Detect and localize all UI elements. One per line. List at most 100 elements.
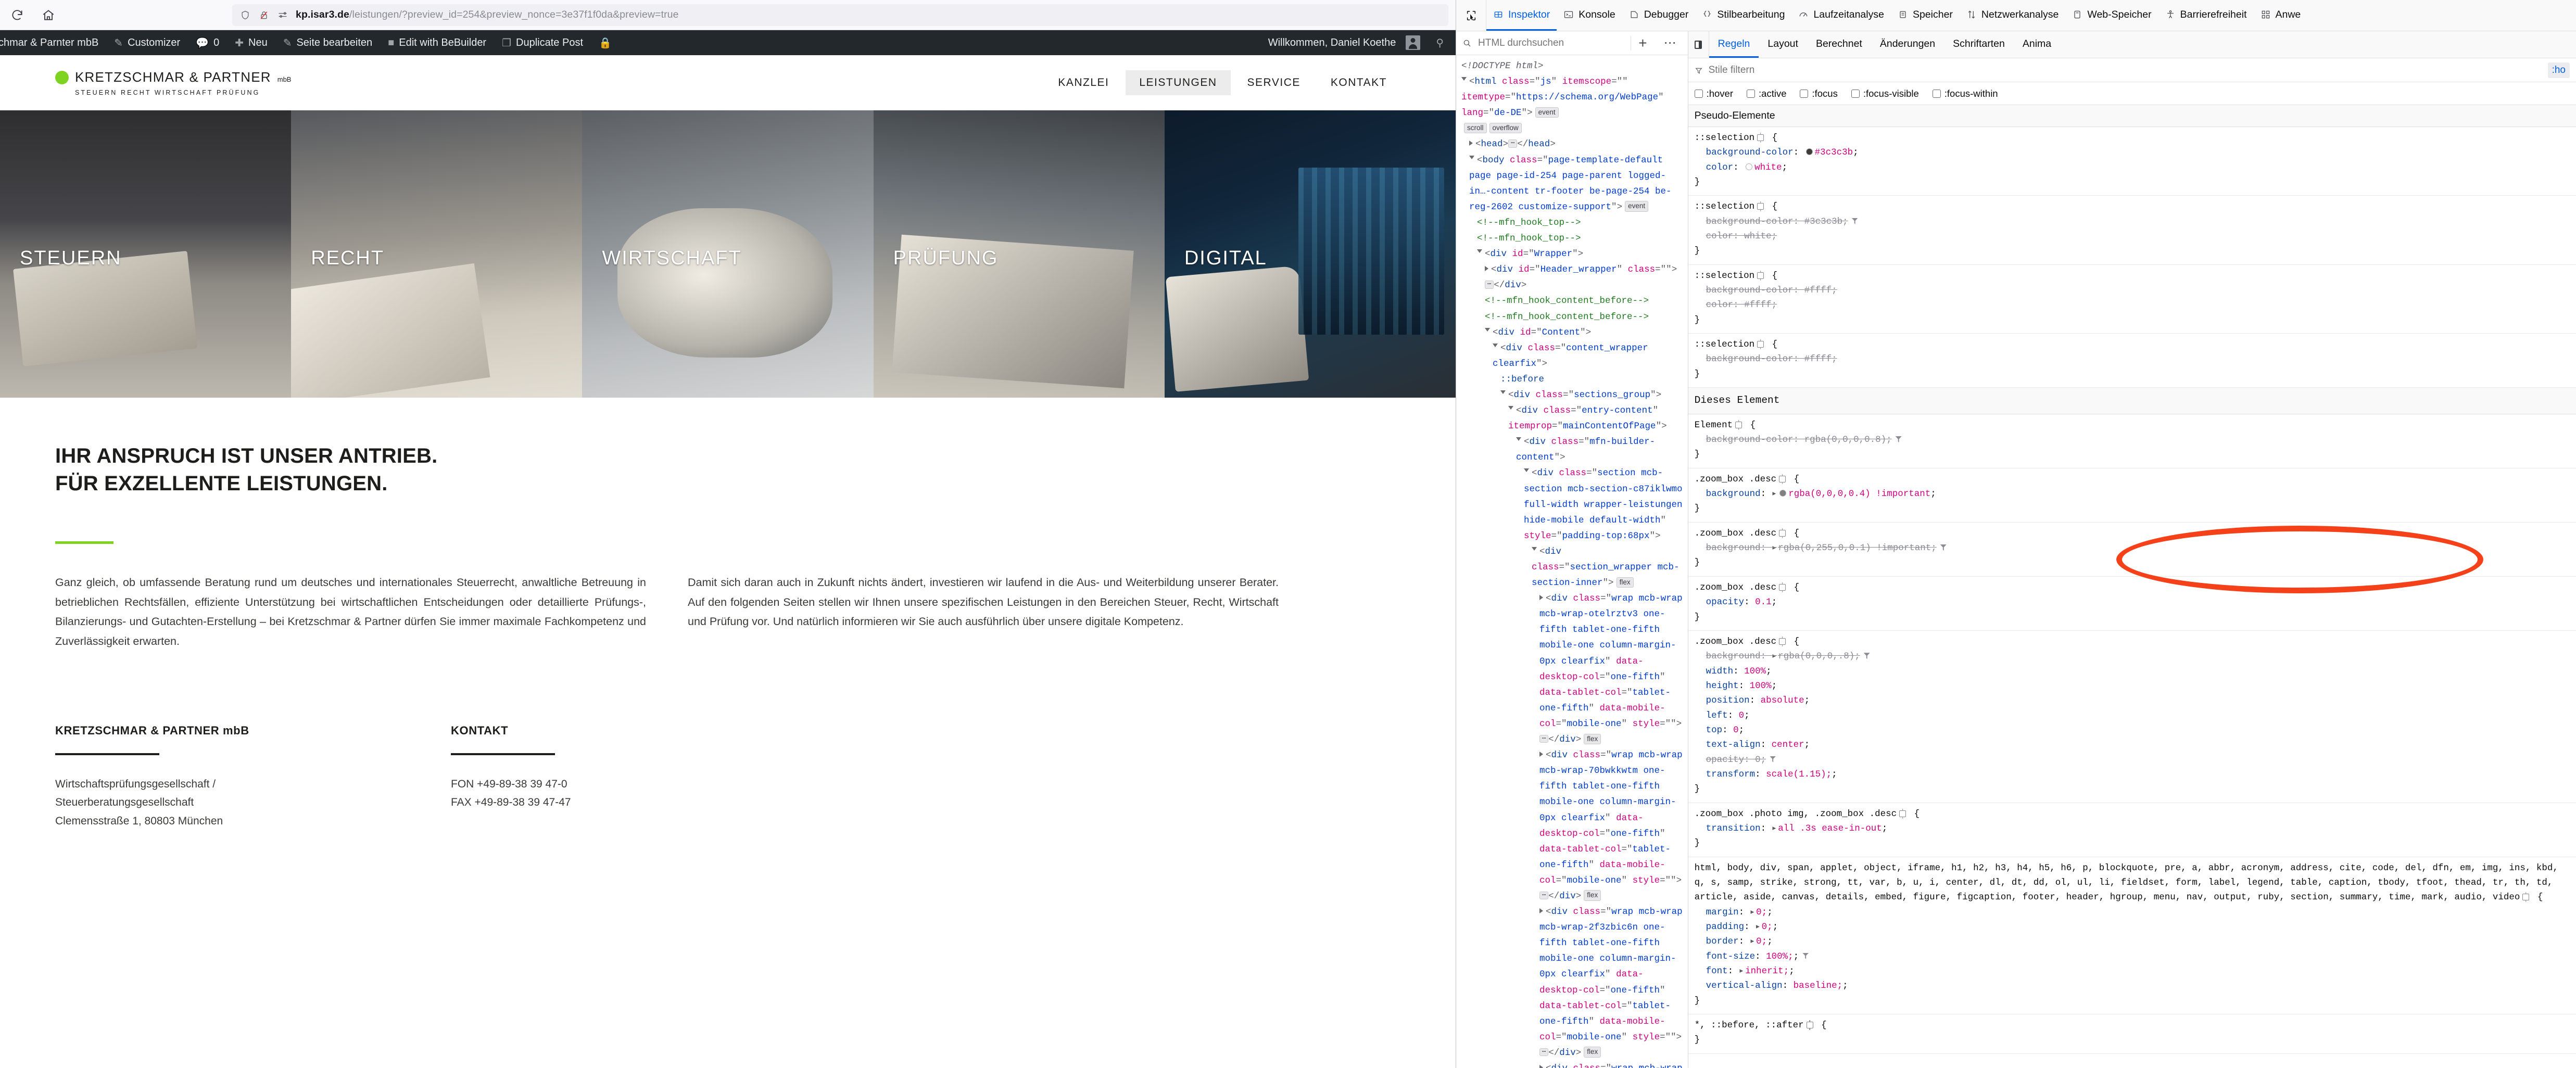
css-selector[interactable]: *, ::before, ::after { [1695,1018,2570,1033]
hero-tile-wirtschaft[interactable]: WIRTSCHAFT [582,110,874,398]
dom-node[interactable]: <div class="sections_group"> [1456,387,1688,403]
dom-node[interactable]: <head> ⋯ </head> [1456,136,1688,152]
nav-item-service[interactable]: SERVICE [1234,70,1314,95]
css-rule-block[interactable]: ::selection {background-color: #3c3c3b; c… [1688,127,2576,196]
dom-node[interactable]: ::before [1456,372,1688,387]
css-selector[interactable]: .zoom_box .desc { [1695,526,2570,541]
site-logo[interactable]: KRETZSCHMAR & PARTNER mbB STEUERN RECHT … [55,69,291,96]
reload-icon[interactable] [8,6,26,24]
css-selector[interactable]: .zoom_box .desc { [1695,472,2570,487]
pseudo-focus-within[interactable]: :focus-within [1932,88,1998,99]
dom-node[interactable]: <div class="wrap mcb-wrap mcb-wrap-otelr… [1456,591,1688,747]
tab-inspektor[interactable]: Inspektor [1486,0,1557,31]
url-bar[interactable]: kp.isar3.de/leistungen/?preview_id=254&p… [232,4,1448,26]
nav-item-leistungen[interactable]: LEISTUNGEN [1126,70,1231,95]
css-selector[interactable]: ::selection { [1695,269,2570,283]
checkbox[interactable] [1747,89,1756,98]
dom-node[interactable]: <body class="page-template-default page … [1456,152,1688,215]
css-declaration[interactable]: background-color: #ffff; [1695,352,2570,366]
css-rule-block[interactable]: .zoom_box .desc {background: ▸ rgba(0,0,0… [1688,468,2576,523]
hero-tile-recht[interactable]: RECHT [291,110,583,398]
dom-node[interactable]: <!--mfn_hook_top--> [1456,215,1688,231]
css-declaration[interactable]: width: 100%; [1695,664,2570,679]
tab-stilbearbeitung[interactable]: Stilbearbeitung [1695,0,1791,31]
css-declaration[interactable]: background-color: #3c3c3b; [1695,214,2570,229]
shield-icon[interactable] [239,9,251,21]
page-actions-icon[interactable] [277,9,288,21]
dom-node[interactable]: <div class="mfn-builder-content"> [1456,434,1688,465]
checkbox[interactable] [1932,89,1941,98]
checkbox[interactable] [1800,89,1809,98]
css-declaration[interactable]: margin: ▸ 0;; [1695,905,2570,920]
tab-web-speicher[interactable]: Web-Speicher [2065,0,2158,31]
tab-speicher[interactable]: Speicher [1891,0,1960,31]
css-rule-block[interactable]: Element {background-color: rgba(0,0,0,0.… [1688,414,2576,468]
admin-bar-item-duplicate-post[interactable]: ❐ Duplicate Post [494,36,591,49]
dom-node[interactable]: <div id="Content"> [1456,325,1688,340]
dom-node[interactable]: <div class="section_wrapper mcb-section-… [1456,544,1688,591]
dom-node[interactable]: <!--mfn_hook_content_before--> [1456,309,1688,325]
dom-node[interactable]: <div id="Wrapper"> [1456,246,1688,262]
dom-node[interactable]: <div class="section mcb-section mcb-sect… [1456,465,1688,543]
css-declaration[interactable]: background: ▸ rgba(0,0,0,0.4) !important; [1695,487,2570,501]
meatball-menu-icon[interactable]: ⋯ [1660,35,1682,50]
css-declaration[interactable]: color: white; [1695,229,2570,244]
css-declaration[interactable]: opacity: 0.1; [1695,595,2570,609]
element-picker-icon[interactable] [1456,0,1486,31]
css-selector[interactable]: ::selection { [1695,131,2570,145]
rules-tab-animationen[interactable]: Anima [2014,31,2060,58]
admin-bar-item-new[interactable]: ✚ Neu [227,36,275,49]
css-rule-block[interactable]: ::selection {background-color: #ffff; col… [1688,265,2576,334]
admin-bar-item-edit-page[interactable]: ✎ Seite bearbeiten [275,36,380,49]
css-rule-block[interactable]: .zoom_box .desc {opacity: 0.1;} [1688,577,2576,631]
css-declaration[interactable]: font-size: 100%;; [1695,949,2570,964]
dom-node[interactable]: <div class="content_wrapper clearfix"> [1456,340,1688,372]
pseudo-class-toggle[interactable]: :ho [2547,62,2570,78]
css-declaration[interactable]: background: ▸ rgba(0,255,0,0.1) !importan… [1695,541,2570,555]
admin-bar-site-name[interactable]: zschmar & Parnter mbB [0,37,106,49]
css-rule-block[interactable]: *, ::before, ::after {} [1688,1014,2576,1054]
css-declaration[interactable]: color: white; [1695,160,2570,175]
css-declaration[interactable]: opacity: 0; [1695,753,2570,767]
checkbox[interactable] [1694,89,1703,98]
pseudo-focus[interactable]: :focus [1800,88,1838,99]
pseudo-active[interactable]: :active [1747,88,1786,99]
admin-bar-item-customizer[interactable]: ✎ Customizer [106,36,188,49]
admin-bar-item-bebuilder[interactable]: ■ Edit with BeBuilder [380,37,494,49]
css-declaration[interactable]: border: ▸ 0;; [1695,934,2570,949]
css-selector[interactable]: .zoom_box .desc { [1695,634,2570,649]
style-filter-input[interactable] [1707,63,2543,77]
css-declaration[interactable]: background-color: #ffff; [1695,283,2570,298]
admin-bar-item-comments[interactable]: 💬 0 [188,36,227,49]
css-rule-block[interactable]: html, body, div, span, applet, object, i… [1688,857,2576,1015]
css-declaration[interactable]: text-align: center; [1695,738,2570,752]
admin-bar-search[interactable]: ⚲ [1428,36,1451,49]
css-declaration[interactable]: background-color: rgba(0,0,0,0.8); [1695,433,2570,447]
pseudo-hover[interactable]: :hover [1694,88,1733,99]
hero-tile-steuern[interactable]: STEUERN [0,110,292,398]
home-icon[interactable] [40,6,57,24]
dom-node[interactable]: <div class="wrap mcb-wrap mcb-wrap-zfneb… [1456,1061,1688,1068]
admin-bar-lock[interactable]: 🔒 [591,36,620,49]
css-selector[interactable]: .zoom_box .desc { [1695,580,2570,595]
css-rule-block[interactable]: .zoom_box .desc {background: ▸ rgba(0,0,0… [1688,631,2576,803]
dom-node[interactable]: <!--mfn_hook_content_before--> [1456,293,1688,309]
dom-node[interactable]: <div id="Header_wrapper" class="">⋯ </div… [1456,262,1688,293]
admin-bar-greeting[interactable]: Willkommen, Daniel Koethe [1260,35,1429,50]
nav-item-kanzlei[interactable]: KANZLEI [1044,70,1122,95]
dom-tree[interactable]: <!DOCTYPE html> <html class="js" itemscop… [1456,55,1688,1068]
css-declaration[interactable]: font: ▸ inherit;; [1695,964,2570,978]
css-selector[interactable]: html, body, div, span, applet, object, i… [1695,861,2570,905]
rules-tab-regeln[interactable]: Regeln [1709,31,1759,58]
css-declaration[interactable]: left: 0; [1695,708,2570,723]
rules-tab-berechnet[interactable]: Berechnet [1807,31,1871,58]
css-declaration[interactable]: top: 0; [1695,723,2570,738]
tab-barrierefreiheit[interactable]: Barrierefreiheit [2158,0,2254,31]
broken-lock-icon[interactable] [258,9,270,21]
url-text[interactable]: kp.isar3.de/leistungen/?preview_id=254&p… [296,9,679,21]
hero-tile-pruefung[interactable]: PRÜFUNG [873,110,1165,398]
nav-item-kontakt[interactable]: KONTAKT [1317,70,1400,95]
css-declaration[interactable]: background-color: #3c3c3b; [1695,145,2570,160]
css-rule-block[interactable]: .zoom_box .desc {background: ▸ rgba(0,255… [1688,523,2576,577]
dom-node[interactable]: <div class="wrap mcb-wrap mcb-wrap-2f3zb… [1456,904,1688,1061]
